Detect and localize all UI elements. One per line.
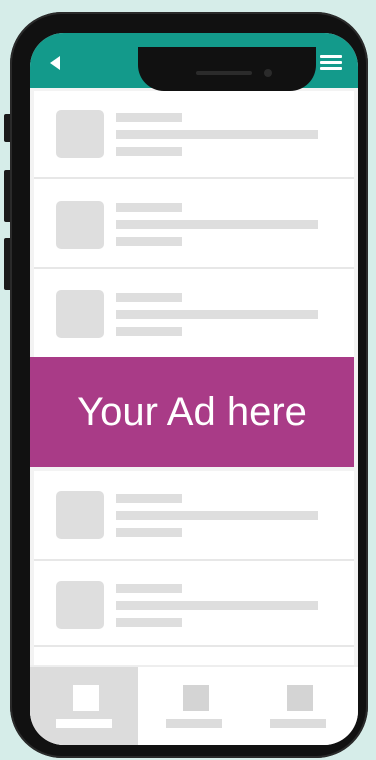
tab-2[interactable] [140,667,248,745]
list-item-text-placeholder [116,147,182,156]
list-item-text-placeholder [116,220,318,229]
list-item-title-placeholder [116,113,182,122]
list-item-title-placeholder [116,293,182,302]
list-item-title-placeholder [116,494,182,503]
list-item-text-placeholder [116,130,318,139]
ad-banner[interactable]: Your Ad here [30,357,354,467]
bottom-tab-bar [30,665,358,745]
list-item-text-placeholder [116,310,318,319]
tab-3-icon [287,685,313,711]
list-item-thumbnail [56,491,104,539]
speaker-grille [196,71,252,75]
list-item[interactable] [34,91,354,179]
front-camera [264,69,272,77]
tab-3[interactable] [244,667,352,745]
tab-2-icon [183,685,209,711]
list-item[interactable] [34,179,354,269]
tab-1[interactable] [30,667,138,745]
list-item[interactable] [34,561,354,647]
list-item-title-placeholder [116,584,182,593]
tab-1-label [56,719,112,728]
list-item-title-placeholder [116,203,182,212]
app-screen: Inbox [30,33,358,745]
list-item-text-placeholder [116,511,318,520]
phone-notch [138,47,316,91]
list-item-thumbnail [56,581,104,629]
list-item-thumbnail [56,110,104,158]
hamburger-menu-icon[interactable] [320,55,342,70]
list-item-thumbnail [56,201,104,249]
tab-2-label [166,719,222,728]
list-item-text-placeholder [116,237,182,246]
list-item[interactable] [34,471,354,561]
tab-1-icon [73,685,99,711]
list-item-thumbnail [56,290,104,338]
list-item-text-placeholder [116,327,182,336]
list-item-text-placeholder [116,618,182,627]
list-item-text-placeholder [116,528,182,537]
list-item[interactable] [34,269,354,359]
list-item[interactable] [34,647,354,665]
list-item-text-placeholder [116,601,318,610]
tab-3-label [270,719,326,728]
